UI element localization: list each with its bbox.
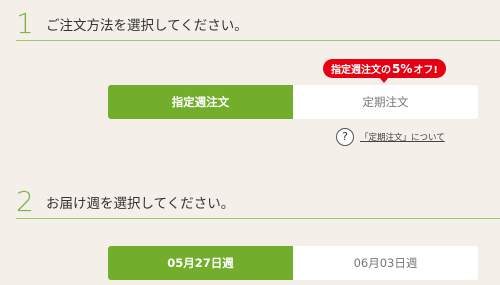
delivery-week-0603-button[interactable]: 06月03日週 (293, 246, 478, 280)
section-2-divider (16, 218, 500, 219)
step-number-2: 2 (16, 185, 34, 218)
order-form: 1 ご注文方法を選択してください。 指定週注文の 5% オフ! 指定週注文 定期… (0, 0, 500, 285)
order-method-regular-button[interactable]: 定期注文 (293, 85, 478, 119)
promo-prefix: 指定週注文の (331, 65, 392, 76)
delivery-week-0527-button[interactable]: 05月27日週 (108, 246, 293, 280)
regular-order-info-link[interactable]: 「定期注文」について (360, 131, 445, 143)
promo-badge: 指定週注文の 5% オフ! (323, 59, 446, 78)
delivery-week-toggle: 05月27日週 06月03日週 (108, 246, 478, 280)
section-2-title: お届け週を選択してください。 (46, 196, 235, 212)
regular-order-help: ? 「定期注文」について (336, 128, 445, 146)
order-method-weekly-button[interactable]: 指定週注文 (108, 85, 293, 119)
section-1-header: 1 ご注文方法を選択してください。 (16, 10, 248, 38)
promo-badge-pointer (379, 77, 389, 83)
section-1-title: ご注文方法を選択してください。 (46, 18, 248, 34)
section-1-divider (16, 40, 500, 41)
question-icon[interactable]: ? (336, 128, 354, 146)
promo-percent: 5% (392, 61, 413, 76)
promo-suffix: オフ! (413, 65, 438, 76)
order-method-toggle: 指定週注文 定期注文 (108, 85, 478, 119)
section-2-header: 2 お届け週を選択してください。 (16, 188, 234, 216)
step-number-1: 1 (16, 7, 34, 40)
